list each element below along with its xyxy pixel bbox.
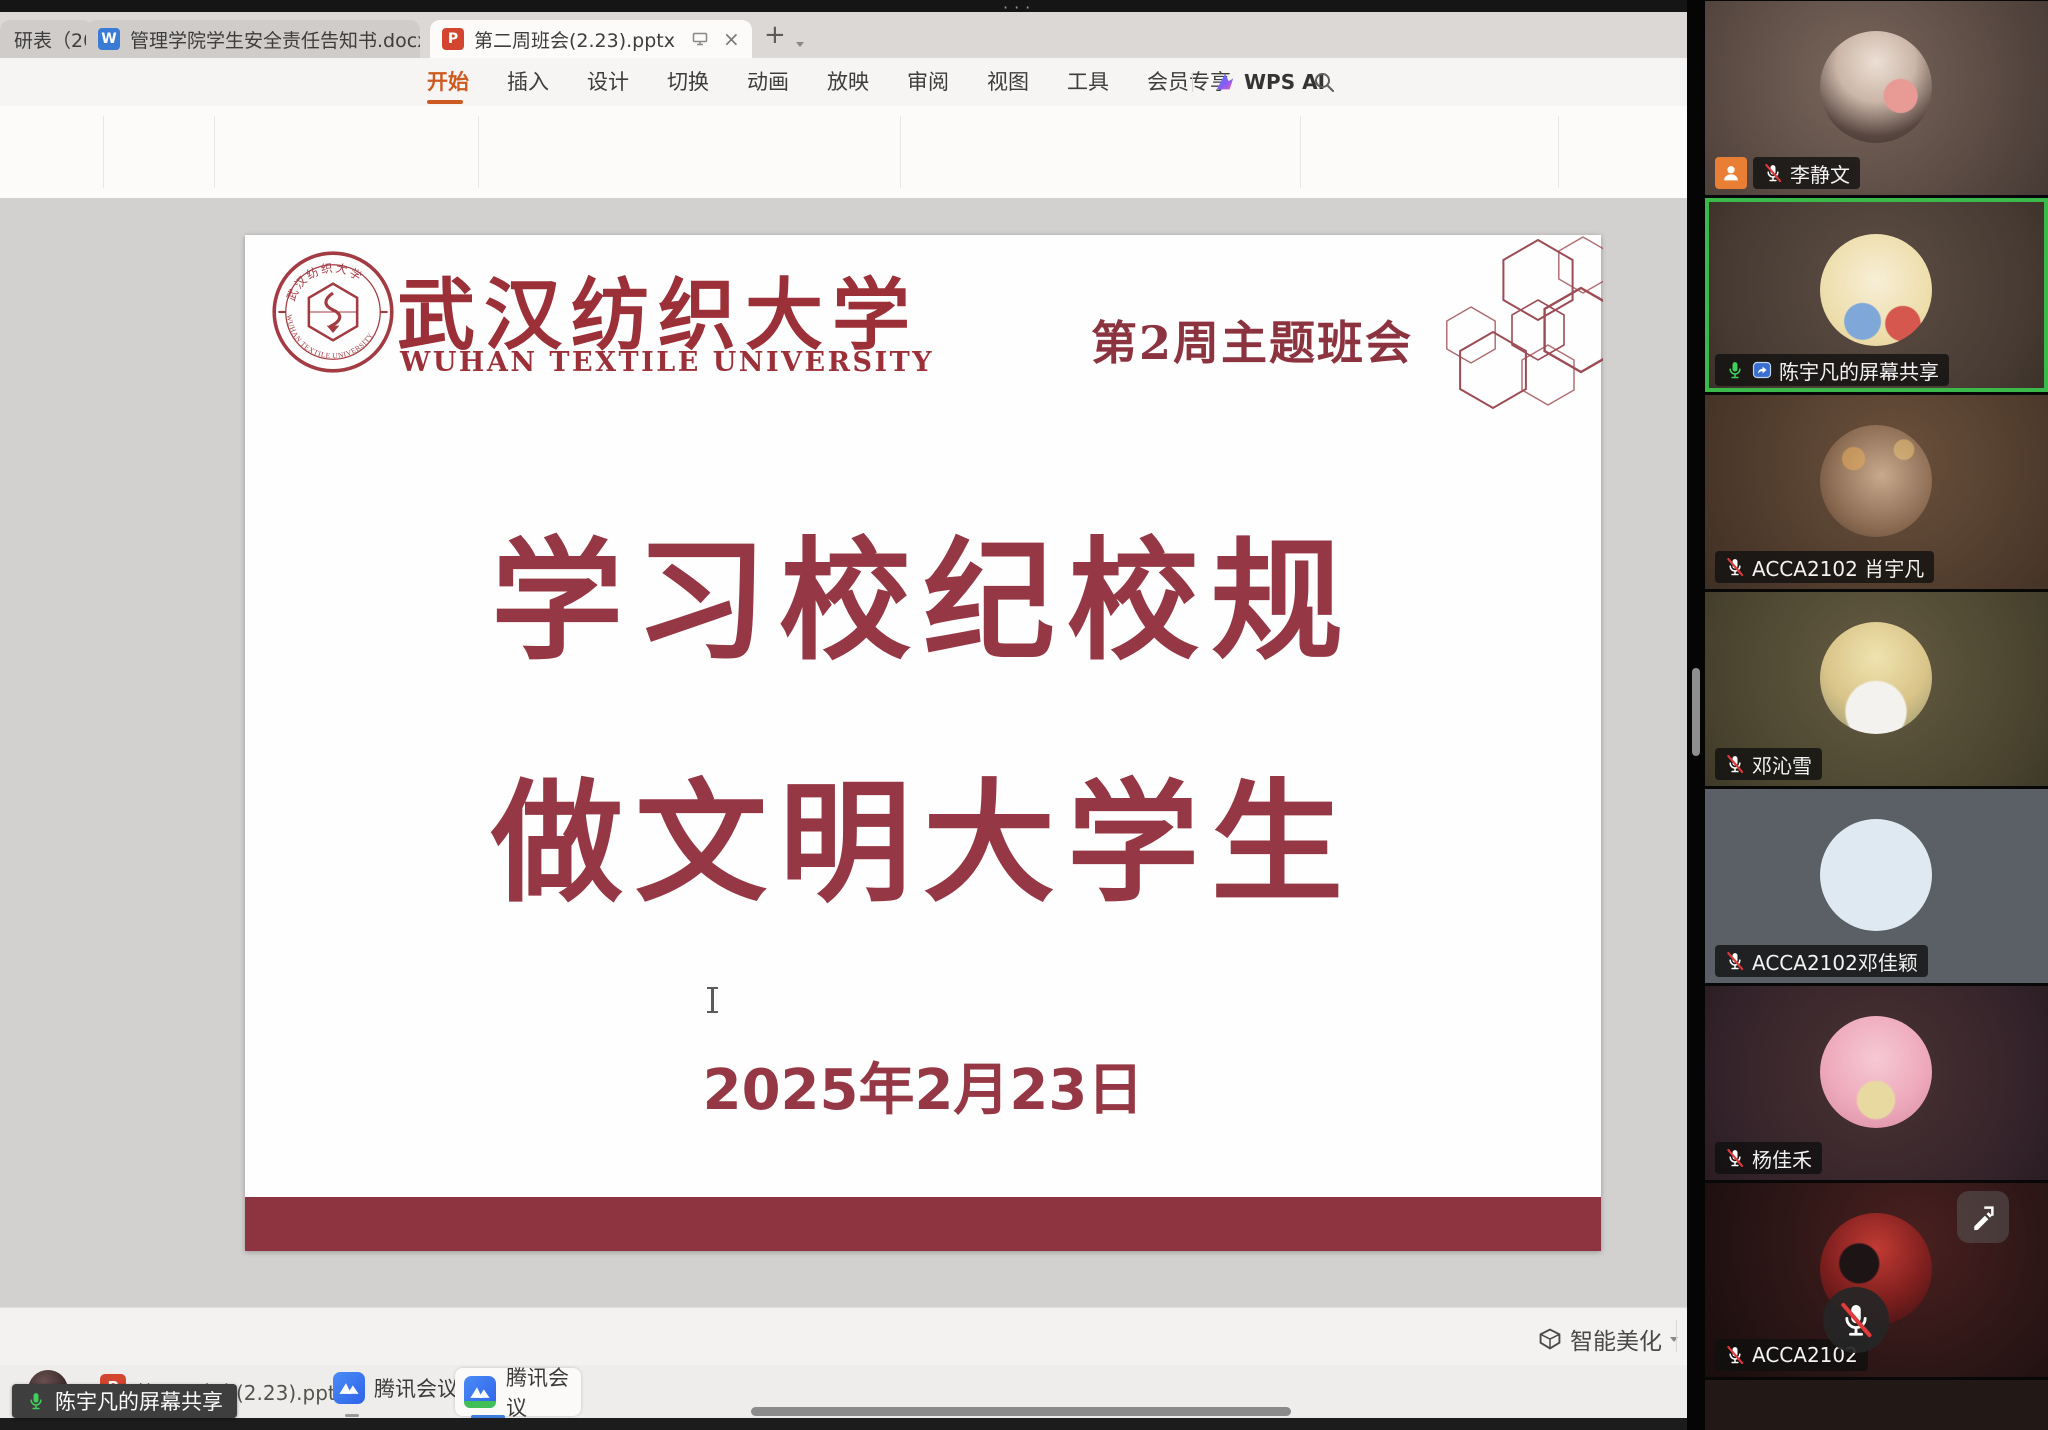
participant-name-badge: 邓沁雪 xyxy=(1715,748,1822,780)
search-icon[interactable] xyxy=(1312,70,1336,94)
slide-title-line1: 学习校纪校规 xyxy=(245,495,1601,686)
mic-muted-icon xyxy=(1725,951,1745,971)
wps-ai-button[interactable]: WPS AI xyxy=(1214,68,1325,96)
screen: ··· 研表（2025 W 管理学院学生安全责任告知书.docx P 第二周班会… xyxy=(0,0,2048,1430)
participant-tile[interactable]: 杨佳禾 xyxy=(1705,986,2048,1180)
wps-ai-icon xyxy=(1214,71,1236,93)
participant-tile[interactable]: 邓沁雪 xyxy=(1705,592,2048,786)
participant-tile[interactable]: ACCA2102邓佳颖 xyxy=(1705,789,2048,983)
avatar xyxy=(1820,31,1932,143)
mic-muted-icon xyxy=(1725,754,1745,774)
tencent-meeting-icon xyxy=(333,1372,365,1404)
mic-muted-icon xyxy=(1725,1345,1745,1365)
menubar: 开始 插入 设计 切换 动画 放映 审阅 视图 工具 会员专享 WPS AI xyxy=(0,58,1687,106)
screen-share-icon xyxy=(1752,360,1772,380)
avatar xyxy=(1820,1016,1932,1128)
participant-name-badge: 李静文 xyxy=(1753,157,1860,189)
horizontal-scrollbar[interactable] xyxy=(751,1407,1291,1416)
mic-on-icon xyxy=(1725,360,1745,380)
mic-muted-icon xyxy=(1725,1148,1745,1168)
menu-slideshow[interactable]: 放映 xyxy=(808,58,888,106)
participant-tile[interactable]: 李静文 xyxy=(1705,1,2048,195)
avatar xyxy=(1820,819,1932,931)
participant-role-badge xyxy=(1715,157,1747,189)
taskbar: P 第二周班会(2.23).pptx - 陈宇凡的屏幕共享 腾讯会议 腾讯会议 xyxy=(0,1365,1687,1418)
ppt-file-icon: P xyxy=(442,28,464,50)
active-menu-underline xyxy=(427,100,463,104)
meeting-participant-sidebar: 李静文 陈宇凡的屏幕共享 ACCA2102 肖宇凡 xyxy=(1705,0,2048,1430)
menu-review[interactable]: 审阅 xyxy=(888,58,968,106)
participant-tile[interactable]: ACCA2102 xyxy=(1705,1183,2048,1377)
pencil-icon xyxy=(1968,1202,1998,1232)
tab-document-partial[interactable]: 研表（2025 xyxy=(0,20,92,58)
participant-tile-active-speaker[interactable]: 陈宇凡的屏幕共享 xyxy=(1705,198,2048,392)
running-app-indicator xyxy=(345,1414,359,1417)
slide[interactable]: 武汉纺织大学 WUHAN TEXTILE UNIVERSITY 武汉纺织大学 W… xyxy=(245,235,1601,1251)
participant-tile[interactable] xyxy=(1705,1380,2048,1430)
person-icon xyxy=(1720,162,1742,184)
menu-transition[interactable]: 切换 xyxy=(648,58,728,106)
top-strip: ··· xyxy=(0,0,1687,12)
avatar xyxy=(1820,622,1932,734)
annotate-pencil-button[interactable] xyxy=(1957,1191,2009,1243)
participant-name-badge: 陈宇凡的屏幕共享 xyxy=(1715,354,1949,386)
university-name-en: WUHAN TEXTILE UNIVERSITY xyxy=(400,347,934,378)
bottom-strip xyxy=(0,1418,1705,1430)
menu-design[interactable]: 设计 xyxy=(568,58,648,106)
mic-muted-icon xyxy=(1763,163,1783,183)
participant-name-badge: ACCA2102邓佳颖 xyxy=(1715,945,1928,977)
tab-document-pptx[interactable]: P 第二周班会(2.23).pptx × xyxy=(430,20,752,58)
divider xyxy=(1300,116,1301,188)
tab-document-docx[interactable]: W 管理学院学生安全责任告知书.docx xyxy=(86,20,420,58)
mic-muted-overlay xyxy=(1823,1287,1889,1353)
slide-date: 2025年2月23日 xyxy=(245,1045,1601,1126)
wps-window: ··· 研表（2025 W 管理学院学生安全责任告知书.docx P 第二周班会… xyxy=(0,0,1687,1430)
sidebar-scrollbar-thumb[interactable] xyxy=(1692,668,1700,756)
beautify-gem-icon xyxy=(1538,1328,1562,1350)
mic-on-icon xyxy=(26,1391,46,1411)
menu-animation[interactable]: 动画 xyxy=(728,58,808,106)
present-monitor-icon[interactable] xyxy=(691,31,709,47)
menu-tools[interactable]: 工具 xyxy=(1048,58,1128,106)
participant-name-badge: 杨佳禾 xyxy=(1715,1142,1822,1174)
divider xyxy=(478,116,479,188)
week-header: 第2周主题班会 xyxy=(1091,307,1413,373)
avatar xyxy=(1820,425,1932,537)
slide-title-line2: 做文明大学生 xyxy=(245,737,1601,928)
university-seal-logo: 武汉纺织大学 WUHAN TEXTILE UNIVERSITY xyxy=(270,249,396,375)
participant-tile[interactable]: ACCA2102 肖宇凡 xyxy=(1705,395,2048,589)
slide-footer-bar xyxy=(245,1197,1601,1251)
taskbar-meeting-item-1[interactable]: 腾讯会议 xyxy=(333,1372,458,1404)
divider xyxy=(1558,116,1559,188)
screen-share-indicator-pill[interactable]: 陈宇凡的屏幕共享 xyxy=(12,1384,237,1418)
menu-home[interactable]: 开始 xyxy=(408,58,488,106)
tab-list-chevron-icon[interactable] xyxy=(796,32,804,51)
divider xyxy=(1676,1320,1677,1352)
menu-view[interactable]: 视图 xyxy=(968,58,1048,106)
sharing-badge xyxy=(464,1401,496,1408)
text-cursor xyxy=(711,987,714,1013)
slide-canvas-area[interactable]: 武汉纺织大学 WUHAN TEXTILE UNIVERSITY 武汉纺织大学 W… xyxy=(0,198,1687,1307)
smart-beautify-button[interactable]: 智能美化 xyxy=(1538,1322,1678,1356)
document-tabbar: 研表（2025 W 管理学院学生安全责任告知书.docx P 第二周班会(2.2… xyxy=(0,12,1687,58)
close-tab-icon[interactable]: × xyxy=(723,27,740,51)
hexagon-decoration xyxy=(1433,235,1603,413)
statusbar: 智能美化 xyxy=(0,1307,1687,1366)
divider xyxy=(900,116,901,188)
menu-insert[interactable]: 插入 xyxy=(488,58,568,106)
participant-name-badge: ACCA2102 肖宇凡 xyxy=(1715,551,1934,583)
divider xyxy=(1192,72,1193,92)
new-tab-button[interactable]: + xyxy=(764,20,786,50)
divider xyxy=(103,116,104,188)
mic-muted-icon xyxy=(1725,557,1745,577)
mic-muted-icon xyxy=(1837,1301,1875,1339)
video-placeholder xyxy=(1705,1380,2048,1430)
ribbon: 粘贴 ✂ 当页开始 新建幻灯片 xyxy=(0,106,1687,199)
taskbar-meeting-item-2[interactable]: 腾讯会议 xyxy=(455,1368,581,1416)
word-file-icon: W xyxy=(98,28,120,50)
svg-text:WUHAN TEXTILE UNIVERSITY: WUHAN TEXTILE UNIVERSITY xyxy=(285,314,375,360)
divider xyxy=(214,116,215,188)
avatar xyxy=(1820,234,1932,346)
